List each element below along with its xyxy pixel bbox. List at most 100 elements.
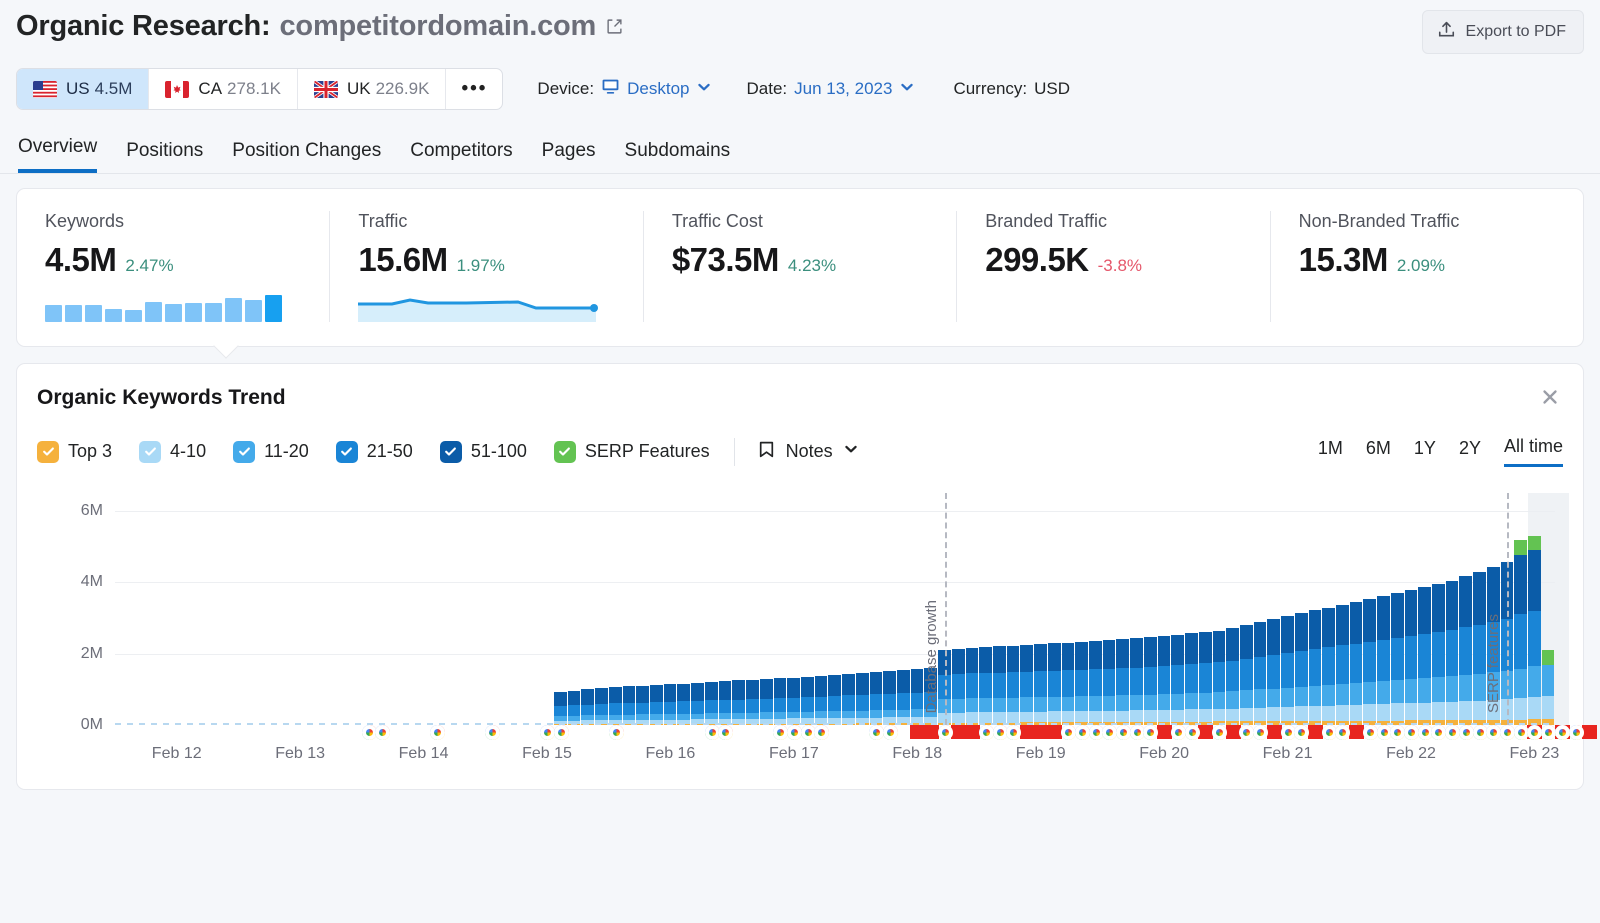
google-update-marker[interactable] (540, 725, 555, 740)
google-update-marker[interactable] (1184, 725, 1200, 740)
chart-bar[interactable] (197, 493, 210, 725)
google-update-marker[interactable] (1458, 725, 1474, 740)
chart-bar[interactable] (1102, 493, 1116, 725)
country-pill-us[interactable]: US 4.5M (17, 69, 150, 109)
chart-bar[interactable] (184, 493, 197, 725)
chart-bar[interactable] (238, 493, 251, 725)
chart-bar[interactable] (883, 493, 896, 725)
chart-bar[interactable] (1253, 493, 1267, 725)
chart-bar[interactable] (1308, 493, 1322, 725)
chart-bar[interactable] (1322, 493, 1335, 725)
chart-bar[interactable] (1185, 493, 1198, 725)
chart-bar[interactable] (691, 493, 704, 725)
chart-bar[interactable] (1089, 493, 1102, 725)
google-update-marker[interactable] (1554, 725, 1570, 740)
chart-bar[interactable] (951, 493, 965, 725)
chart-bar[interactable] (663, 493, 677, 725)
chart-bar[interactable] (129, 493, 142, 725)
chart-bar[interactable] (704, 493, 718, 725)
google-update-marker[interactable] (814, 725, 830, 740)
checkbox-checked-icon[interactable] (335, 440, 358, 463)
legend-item-serp-features[interactable]: SERP Features (553, 440, 710, 463)
chart-bar[interactable] (842, 493, 855, 725)
google-update-marker[interactable] (1362, 725, 1378, 740)
chart-bar[interactable] (1075, 493, 1089, 725)
chart-bar[interactable] (499, 493, 512, 725)
chart-bar[interactable] (321, 493, 334, 725)
chart-bar[interactable] (828, 493, 842, 725)
chart-bar[interactable] (1130, 493, 1143, 725)
google-update-marker[interactable] (773, 725, 789, 740)
range-1m[interactable]: 1M (1318, 438, 1343, 466)
legend-item-11-20[interactable]: 11-20 (233, 440, 309, 463)
google-update-marker[interactable] (718, 725, 734, 740)
chart-bar[interactable] (1418, 493, 1431, 725)
chart-bar[interactable] (225, 493, 238, 725)
range-6m[interactable]: 6M (1366, 438, 1391, 466)
chart-bar[interactable] (389, 493, 402, 725)
chart-bar[interactable] (787, 493, 800, 725)
google-update-marker[interactable] (869, 725, 885, 740)
google-update-marker[interactable] (553, 725, 569, 740)
chart-bar[interactable] (759, 493, 773, 725)
google-update-marker[interactable] (786, 725, 802, 740)
tab-pages[interactable]: Pages (542, 140, 596, 173)
chart-bar[interactable] (855, 493, 869, 725)
chart-bar[interactable] (1061, 493, 1075, 725)
chart-bar[interactable] (1432, 493, 1445, 725)
metric-keywords[interactable]: Keywords 4.5M 2.47% (17, 211, 331, 322)
chart-bar[interactable] (485, 493, 498, 725)
chart-bar[interactable] (746, 493, 759, 725)
legend-item-4-10[interactable]: 4-10 (139, 440, 206, 463)
close-icon[interactable] (1539, 386, 1561, 412)
serp-volatility-marker[interactable] (1157, 725, 1173, 739)
chart-bar[interactable] (1157, 493, 1171, 725)
chart-bar[interactable] (595, 493, 608, 725)
chart-bar[interactable] (142, 493, 155, 725)
chart-bar[interactable] (376, 493, 389, 725)
chart-bar[interactable] (362, 493, 375, 725)
chart-bar[interactable] (1514, 493, 1528, 725)
chart-bar[interactable] (554, 493, 567, 725)
tab-overview[interactable]: Overview (18, 136, 98, 173)
checkbox-checked-icon[interactable] (439, 440, 462, 463)
serp-volatility-marker[interactable] (1266, 725, 1282, 739)
google-update-marker[interactable] (1170, 725, 1186, 740)
chart-bar[interactable] (1171, 493, 1185, 725)
chart-bar[interactable] (266, 493, 279, 725)
chart-bar[interactable] (1212, 493, 1226, 725)
chart-bar[interactable] (1047, 493, 1061, 725)
chart-bar[interactable] (1459, 493, 1473, 725)
tab-competitors[interactable]: Competitors (410, 140, 512, 173)
metric-branded-traffic[interactable]: Branded Traffic 299.5K -3.8% (957, 211, 1271, 322)
export-to-pdf-button[interactable]: Export to PDF (1421, 10, 1584, 54)
chart-bar[interactable] (910, 493, 924, 725)
chart-bar[interactable] (814, 493, 828, 725)
chart-bar[interactable] (211, 493, 224, 725)
metric-traffic-cost[interactable]: Traffic Cost $73.5M 4.23% (644, 211, 958, 322)
chart-bar[interactable] (540, 493, 553, 725)
chart-bar[interactable] (896, 493, 910, 725)
date-filter[interactable]: Date: Jun 13, 2023 (746, 79, 915, 100)
serp-volatility-marker[interactable] (1582, 725, 1598, 739)
country-pill-ca[interactable]: CA 278.1K (149, 69, 298, 109)
notes-dropdown[interactable]: Notes (757, 440, 859, 464)
chart-bar[interactable] (1528, 493, 1541, 725)
chart-bar[interactable] (444, 493, 457, 725)
chart-bar[interactable] (1445, 493, 1459, 725)
chart-bar[interactable] (581, 493, 595, 725)
google-update-marker[interactable] (1116, 725, 1131, 740)
chart-bar[interactable] (965, 493, 979, 725)
chart-bar[interactable] (979, 493, 992, 725)
chart-bar[interactable] (1020, 493, 1034, 725)
range-2y[interactable]: 2Y (1459, 438, 1481, 466)
google-update-marker[interactable] (937, 725, 953, 740)
google-update-marker[interactable] (978, 725, 994, 740)
chart-bar[interactable] (732, 493, 746, 725)
serp-volatility-marker[interactable] (924, 725, 939, 739)
tab-positions[interactable]: Positions (126, 140, 203, 173)
legend-item-21-50[interactable]: 21-50 (335, 440, 413, 463)
chart-bar[interactable] (567, 493, 581, 725)
checkbox-checked-icon[interactable] (553, 440, 576, 463)
chevron-down-icon[interactable] (696, 79, 712, 100)
